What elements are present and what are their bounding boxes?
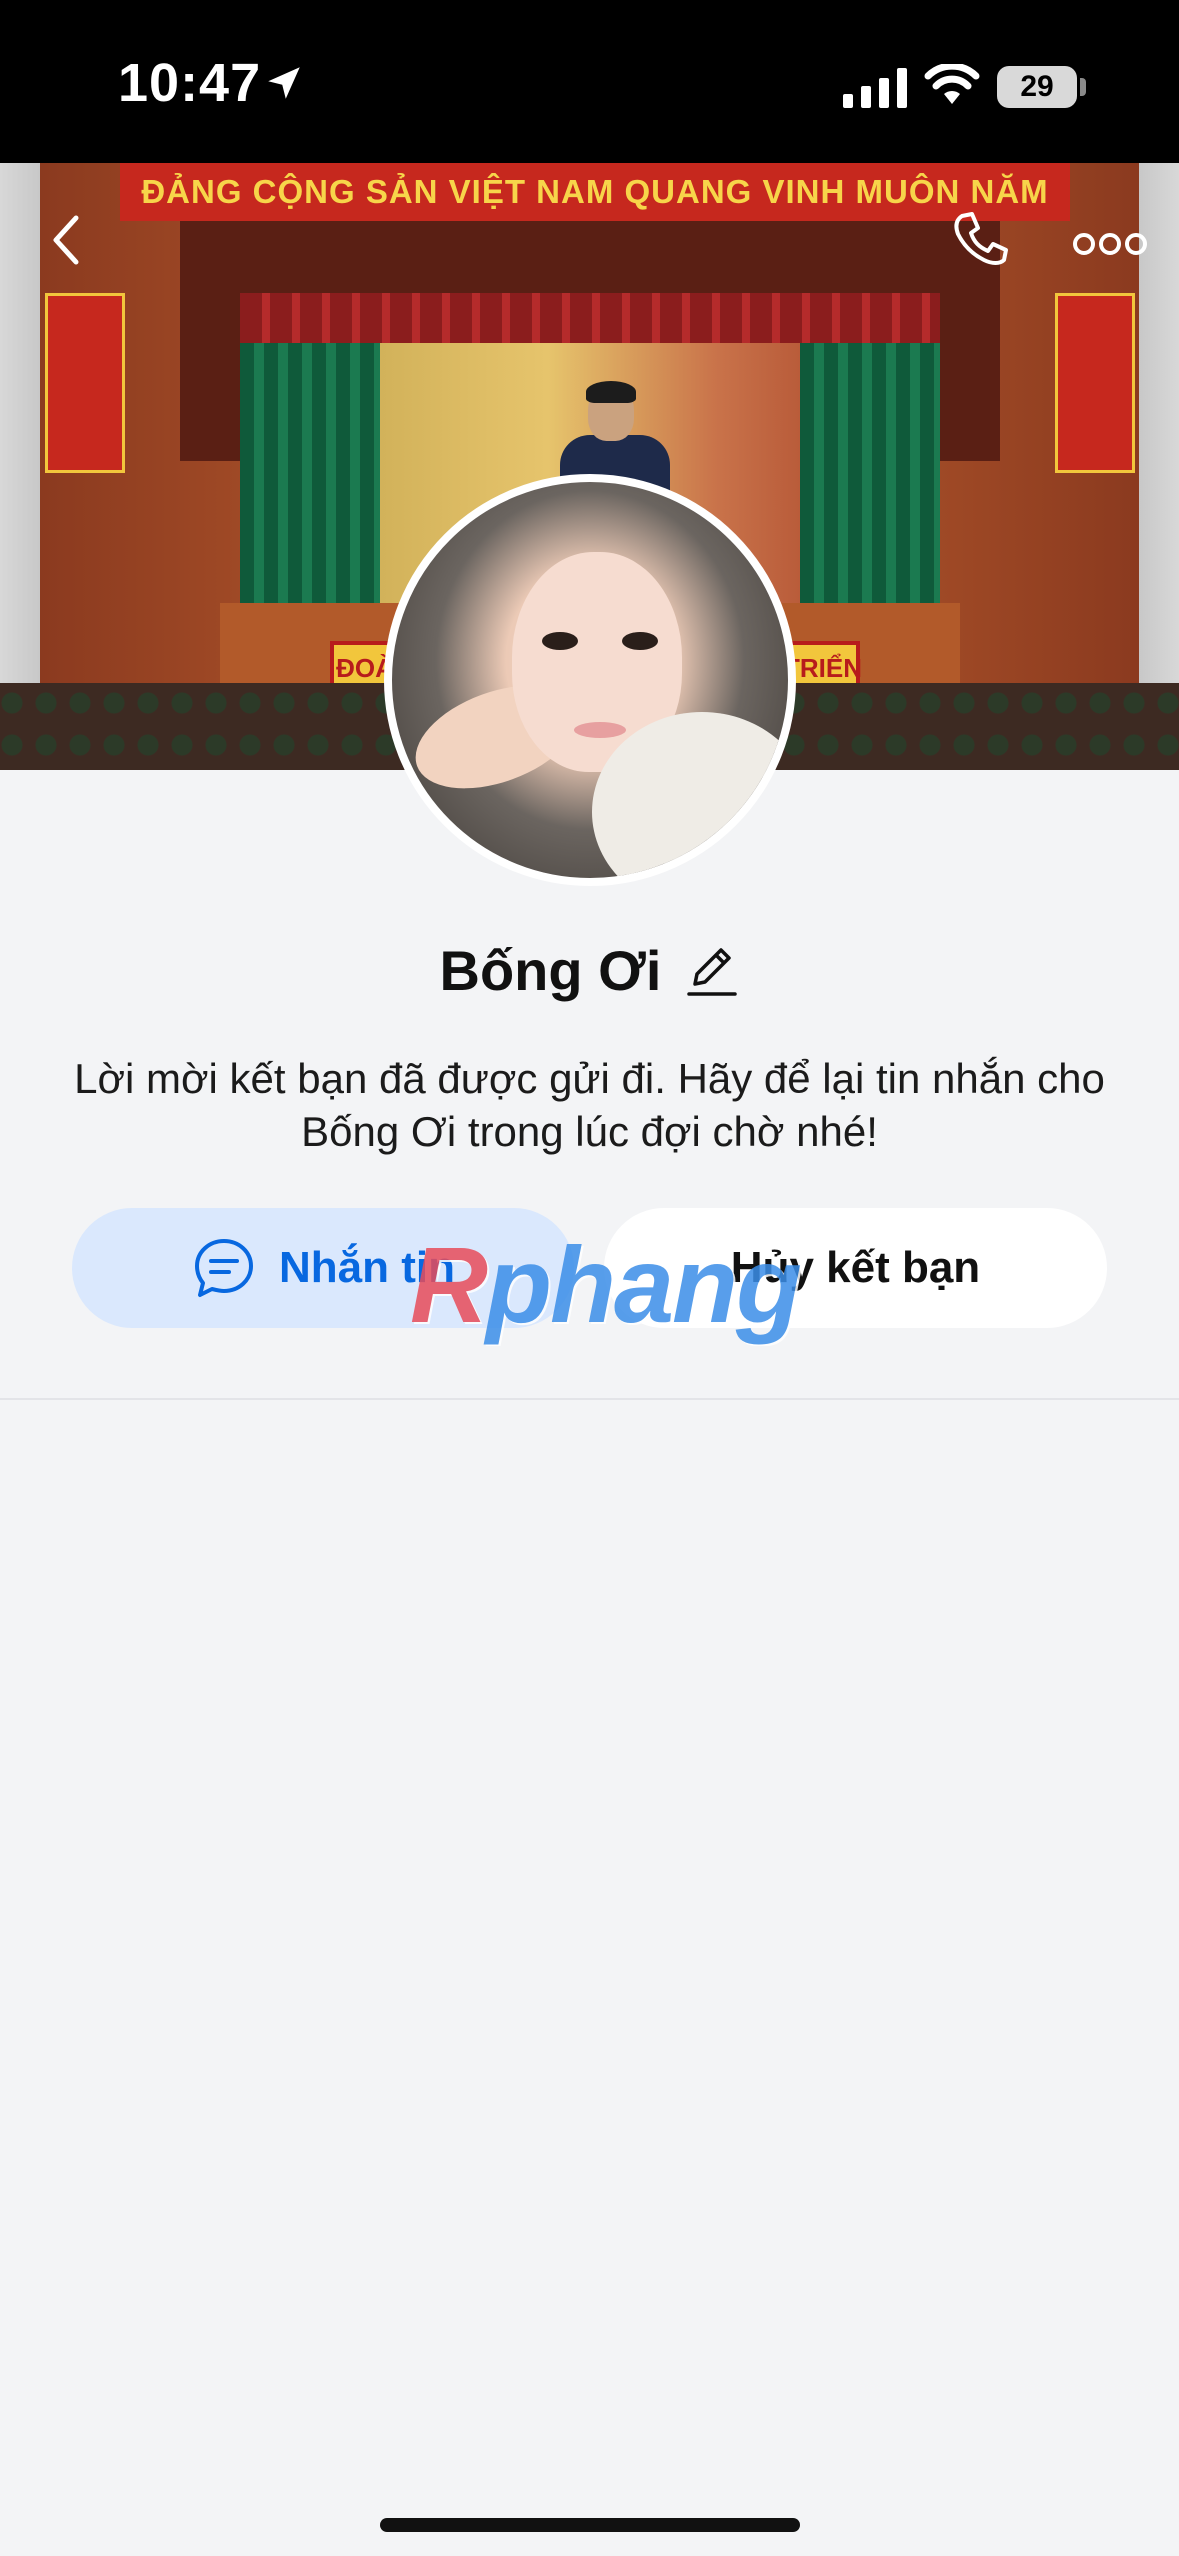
- watermark-first-letter: R: [410, 1224, 488, 1345]
- section-divider: [0, 1398, 1179, 1400]
- cover-side-banner-right: [1055, 293, 1135, 473]
- back-icon[interactable]: [30, 200, 110, 280]
- phone-icon[interactable]: [940, 200, 1020, 280]
- profile-screen: 10:47 29 ĐẢNG CỘNG SẢN VIỆT NAM QUANG VI…: [0, 0, 1179, 2556]
- cover-curtain-right: [800, 343, 940, 613]
- watermark-logo: Rphang: [410, 1222, 802, 1345]
- cover-speaker-hair: [586, 381, 636, 403]
- battery-level: 29: [1020, 70, 1054, 103]
- location-arrow-icon: [268, 67, 300, 99]
- wifi-icon: [924, 64, 980, 104]
- name-row: Bống Ơi: [0, 930, 1179, 1010]
- avatar-lips: [574, 722, 626, 738]
- avatar-eye-right: [622, 632, 658, 650]
- home-indicator[interactable]: [380, 2518, 800, 2532]
- watermark-rest: phang: [486, 1224, 802, 1345]
- cover-side-banner-left: [45, 293, 125, 473]
- status-time: 10:47: [118, 53, 262, 113]
- edit-pencil-icon[interactable]: [683, 940, 739, 1000]
- cover-curtain-left: [240, 343, 380, 613]
- friend-request-message: Lời mời kết bạn đã được gửi đi. Hãy để l…: [74, 1055, 1105, 1155]
- chat-bubble-icon: [195, 1239, 253, 1297]
- avatar[interactable]: [384, 474, 796, 886]
- cellular-signal-icon: [843, 68, 907, 108]
- status-bar: 10:47 29: [0, 0, 1179, 163]
- avatar-eye-left: [542, 632, 578, 650]
- profile-name: Bống Ơi: [439, 938, 662, 1002]
- more-icon[interactable]: [1070, 210, 1150, 290]
- cover-valance: [240, 293, 940, 343]
- battery-nub: [1080, 78, 1086, 96]
- cover-banner: ĐẢNG CỘNG SẢN VIỆT NAM QUANG VINH MUÔN N…: [120, 163, 1070, 221]
- battery-icon: 29: [997, 66, 1077, 108]
